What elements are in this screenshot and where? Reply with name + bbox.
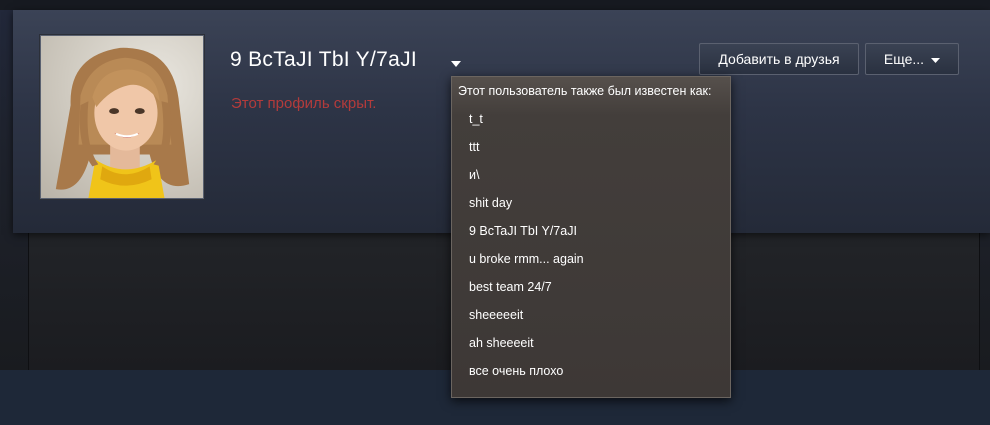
list-item[interactable]: shit day	[452, 189, 730, 217]
list-item[interactable]: все очень плохо	[452, 357, 730, 385]
persona-name: 9 BcTaJI TbI Y/7aJI	[230, 48, 418, 71]
more-actions-label: Еще...	[883, 51, 925, 67]
list-item[interactable]: ah sheeeeit	[452, 329, 730, 357]
name-history-menu: Этот пользователь также был известен как…	[451, 76, 731, 398]
avatar	[39, 34, 205, 200]
list-item[interactable]: ttt	[452, 133, 730, 161]
caret-down-icon	[451, 61, 461, 67]
more-actions-button[interactable]: Еще...	[865, 43, 959, 75]
list-item[interactable]: 9 BcTaJI TbI Y/7aJI	[452, 217, 730, 245]
list-item[interactable]: u broke rmm... again	[452, 245, 730, 273]
avatar-image	[41, 36, 203, 198]
name-history-list: t_t ttt и\ shit day 9 BcTaJI TbI Y/7aJI …	[452, 105, 730, 385]
list-item[interactable]: t_t	[452, 105, 730, 133]
list-item[interactable]: sheeeeeit	[452, 301, 730, 329]
list-item[interactable]: best team 24/7	[452, 273, 730, 301]
add-friend-label: Добавить в друзья	[718, 51, 840, 67]
private-profile-notice: Этот профиль скрыт.	[231, 95, 377, 112]
top-bar-strip	[0, 0, 990, 10]
list-item[interactable]: и\	[452, 161, 730, 189]
name-history-dropdown[interactable]	[450, 59, 462, 69]
caret-down-icon	[931, 44, 941, 74]
name-history-header: Этот пользователь также был известен как…	[458, 84, 712, 98]
avatar-portrait-graphic	[55, 47, 190, 198]
add-friend-button[interactable]: Добавить в друзья	[699, 43, 859, 75]
